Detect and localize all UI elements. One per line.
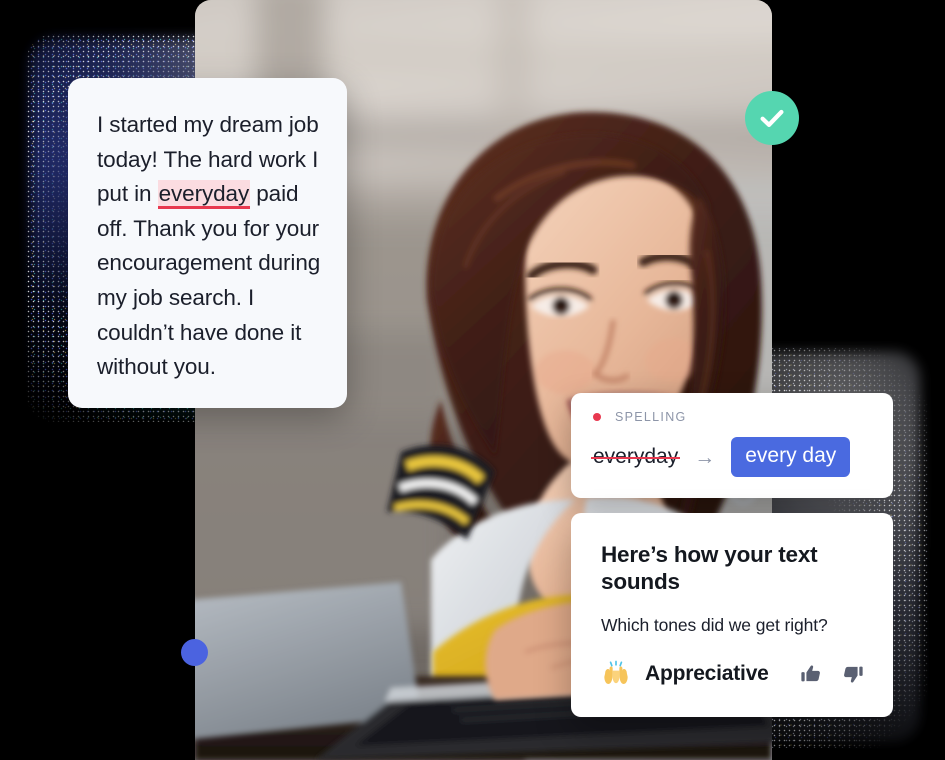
apply-suggestion-button[interactable]: every day bbox=[731, 437, 851, 477]
spelling-error-highlight[interactable]: everyday bbox=[157, 180, 251, 210]
raising-hands-emoji bbox=[601, 659, 639, 689]
tone-result-row: Appreciative bbox=[601, 659, 869, 689]
scene-background: I started my dream job today! The hard w… bbox=[0, 0, 945, 760]
original-word: everyday bbox=[590, 445, 681, 468]
document-paragraph: I started my dream job today! The hard w… bbox=[97, 108, 321, 385]
arrow-right-icon: → bbox=[694, 445, 716, 469]
alert-dot-icon bbox=[593, 413, 601, 421]
thumbs-down-button[interactable] bbox=[841, 662, 865, 686]
success-check-badge bbox=[745, 91, 799, 145]
spelling-category-label: SPELLING bbox=[615, 410, 687, 424]
blue-dot-decoration bbox=[181, 639, 208, 666]
text-document-card[interactable]: I started my dream job today! The hard w… bbox=[68, 78, 347, 408]
spelling-suggestion-card[interactable]: SPELLING everyday → every day bbox=[571, 393, 893, 498]
paragraph-text-after: paid off. Thank you for your encourageme… bbox=[97, 181, 321, 380]
spelling-suggestion-row: everyday → every day bbox=[590, 437, 871, 477]
check-icon bbox=[760, 109, 784, 127]
spelling-card-header: SPELLING bbox=[593, 410, 871, 424]
thumbs-up-icon bbox=[801, 665, 820, 682]
thumbs-down-icon bbox=[843, 666, 863, 683]
thumbs-up-button[interactable] bbox=[799, 662, 823, 686]
tone-card-question: Which tones did we get right? bbox=[601, 615, 828, 635]
tone-card-title: Here’s how your text sounds bbox=[601, 542, 818, 594]
tone-label: Appreciative bbox=[645, 662, 769, 685]
tone-detector-card[interactable]: Here’s how your text sounds Which tones … bbox=[571, 513, 893, 717]
raising-hands-icon bbox=[604, 660, 628, 684]
